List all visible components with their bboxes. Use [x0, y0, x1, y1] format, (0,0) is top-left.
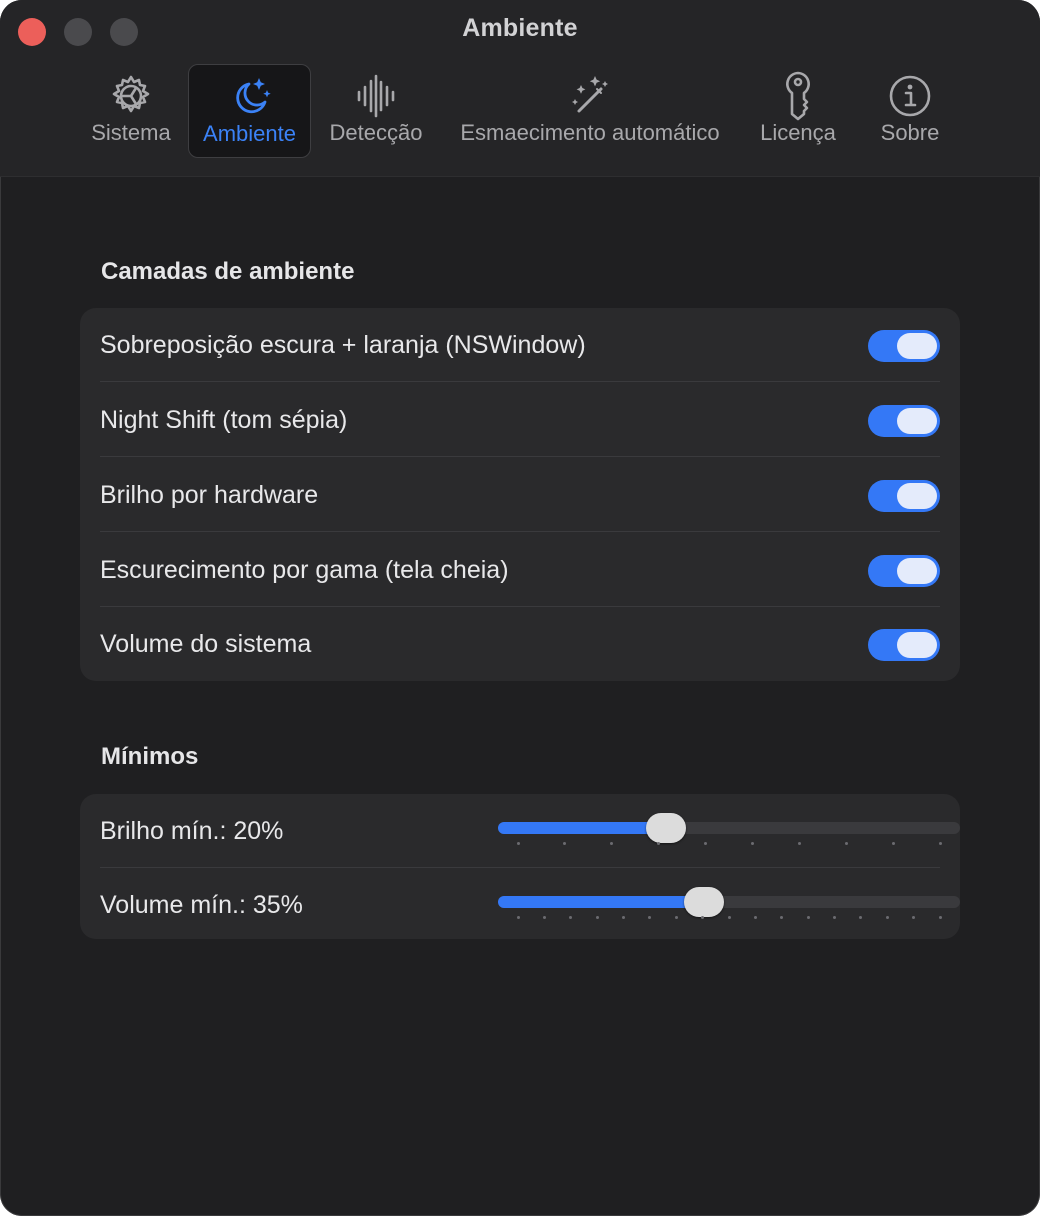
- slider-tick: [674, 916, 678, 919]
- slider-tick: [622, 916, 625, 919]
- slider-tick: [859, 916, 863, 919]
- tab-label: Licença: [760, 120, 836, 145]
- slider-tick: [938, 916, 942, 919]
- layer-row: Sobreposição escura + laranja (NSWindow): [100, 308, 940, 382]
- slider-tick: [938, 842, 942, 845]
- layer-label: Escurecimento por gama (tela cheia): [100, 556, 509, 584]
- min-volume-label: Volume mín.: 35%: [100, 891, 303, 919]
- toggle-knob: [897, 558, 937, 584]
- tab-label: Sobre: [880, 120, 940, 145]
- gear-icon: [101, 70, 161, 122]
- tab-label: Ambiente: [203, 121, 296, 146]
- tab-licenca[interactable]: Licença: [752, 64, 844, 158]
- window-title: Ambiente: [462, 14, 578, 42]
- slider-tick: [610, 842, 614, 845]
- toolbar: Ambiente Sistema Ambiente Detecção Esmae…: [0, 0, 1040, 177]
- slider-tick: [891, 842, 895, 845]
- layer-row: Volume do sistema: [100, 607, 940, 681]
- slider-tick: [657, 842, 661, 845]
- toggle-knob: [897, 408, 937, 434]
- minimums-card: Brilho mín.: 20% Volume mín.: 35%: [80, 794, 960, 939]
- layer-label: Volume do sistema: [100, 630, 312, 658]
- slider-tick: [648, 916, 652, 919]
- preferences-window: Ambiente Sistema Ambiente Detecção Esmae…: [0, 0, 1040, 1216]
- layer-row: Escurecimento por gama (tela cheia): [100, 533, 940, 607]
- tab-label: Detecção: [329, 120, 423, 145]
- tab-esmaecimento-automatico[interactable]: Esmaecimento automático: [446, 64, 734, 158]
- slider-tick: [912, 916, 916, 919]
- slider-tick: [516, 842, 520, 845]
- slider-tick: [704, 842, 708, 845]
- min-volume-slider[interactable]: [498, 882, 960, 922]
- min-brightness-label: Brilho mín.: 20%: [100, 817, 284, 845]
- section-title-layers: Camadas de ambiente: [101, 258, 355, 285]
- tab-deteccao[interactable]: Detecção: [322, 64, 430, 158]
- layer-toggle-gamma-dimming[interactable]: [868, 555, 940, 587]
- min-brightness-slider[interactable]: [498, 808, 960, 848]
- slider-fill: [498, 896, 704, 908]
- layer-toggle-night-shift[interactable]: [868, 405, 940, 437]
- tab-ambiente[interactable]: Ambiente: [188, 64, 311, 158]
- moon-stars-icon: [220, 71, 280, 123]
- slider-tick: [885, 916, 889, 919]
- info-icon: [880, 70, 940, 122]
- layer-toggle-hardware-brightness[interactable]: [868, 480, 940, 512]
- slider-tick: [542, 916, 546, 919]
- layer-row: Night Shift (tom sépia): [100, 383, 940, 457]
- slider-tick: [750, 842, 754, 845]
- waveform-icon: [346, 70, 406, 122]
- key-icon: [768, 70, 828, 122]
- slider-tick: [595, 916, 599, 919]
- slider-row: Volume mín.: 35%: [100, 868, 960, 942]
- layer-label: Night Shift (tom sépia): [100, 406, 348, 434]
- slider-tick: [797, 842, 801, 845]
- layers-card: Sobreposição escura + laranja (NSWindow)…: [80, 308, 960, 681]
- tab-label: Sistema: [91, 120, 171, 145]
- slider-tick: [753, 916, 757, 919]
- slider-tick: [844, 842, 848, 845]
- slider-fill: [498, 822, 666, 834]
- slider-tick: [516, 916, 520, 919]
- tab-label: Esmaecimento automático: [460, 120, 720, 145]
- toggle-knob: [897, 483, 937, 509]
- slider-tick: [701, 916, 705, 919]
- slider-thumb[interactable]: [683, 887, 724, 917]
- slider-tick: [563, 842, 567, 845]
- toggle-knob: [897, 632, 937, 658]
- slider-tick: [727, 916, 731, 919]
- layer-label: Sobreposição escura + laranja (NSWindow): [100, 331, 586, 359]
- slider-tick: [780, 916, 784, 919]
- slider-tick: [569, 916, 573, 919]
- toggle-knob: [897, 333, 937, 359]
- tab-sobre[interactable]: Sobre: [868, 64, 952, 158]
- layer-row: Brilho por hardware: [100, 458, 940, 532]
- slider-row: Brilho mín.: 20%: [100, 794, 960, 868]
- slider-tick: [806, 916, 810, 919]
- tab-sistema[interactable]: Sistema: [84, 64, 178, 158]
- magic-wand-icon: [560, 70, 620, 122]
- slider-tick: [833, 916, 836, 919]
- section-title-minimums: Mínimos: [101, 743, 199, 770]
- slider-thumb[interactable]: [645, 813, 686, 843]
- layer-toggle-overlay[interactable]: [868, 330, 940, 362]
- layer-label: Brilho por hardware: [100, 481, 319, 509]
- layer-toggle-system-volume[interactable]: [868, 629, 940, 661]
